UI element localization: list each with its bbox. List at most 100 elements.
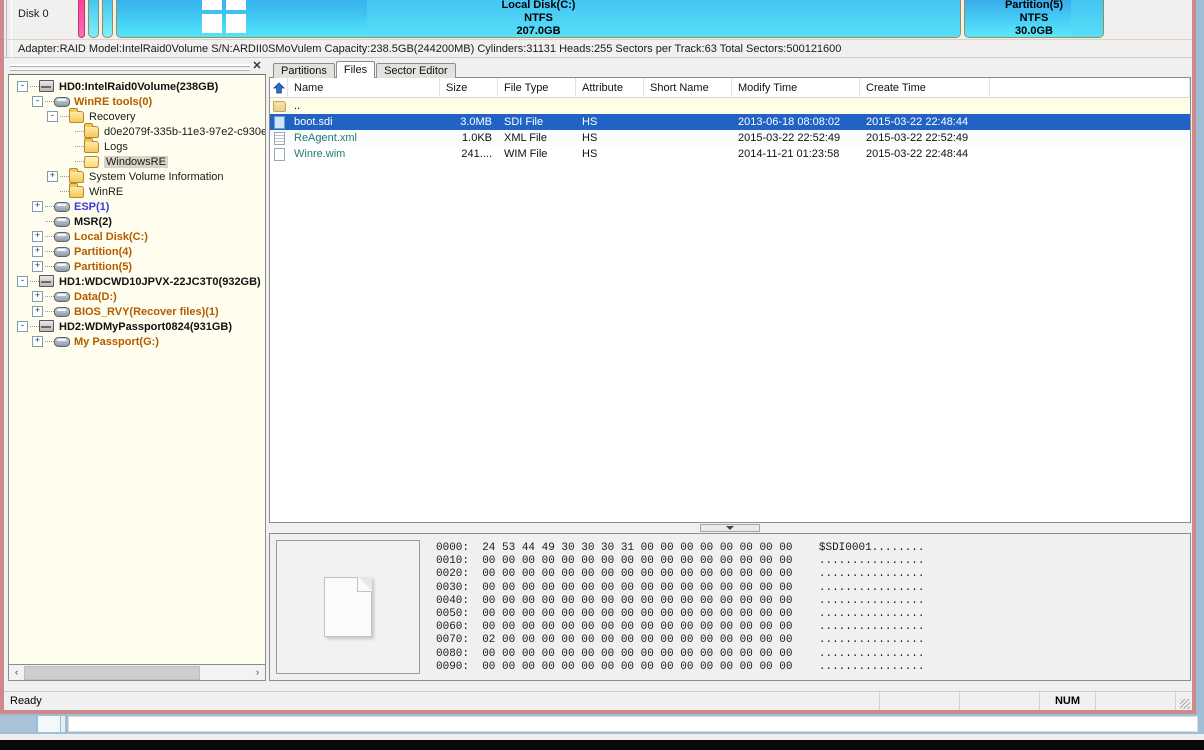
tree-node[interactable]: + Partition(5) [17,259,265,274]
xml-file-icon [270,131,288,145]
expand-toggle-icon[interactable]: + [32,261,43,272]
partition-name-label: Local Disk(C:) [501,0,576,11]
partition-block-recovery[interactable] [78,0,85,38]
column-header-size[interactable]: Size [440,78,498,98]
hex-line: 0020: 00 00 00 00 00 00 00 00 00 00 00 0… [436,568,925,581]
tab-partitions[interactable]: Partitions [273,63,335,78]
disk-map-strip[interactable]: Disk 0 Local Disk(C:) NTFS 207.0GB Parti… [4,0,1192,40]
column-header-create-time[interactable]: Create Time [860,78,990,98]
tree-node[interactable]: + ESP(1) [17,199,265,214]
volume-icon [54,245,70,258]
expand-toggle-icon[interactable]: + [32,306,43,317]
disk-icon [39,80,55,93]
disk-tree-dock-panel: ✕ - HD0:IntelRaid0Volume(238GB) - WinRE too… [8,60,266,681]
dock-drag-grip[interactable] [10,64,250,71]
table-row[interactable]: ReAgent.xml 1.0KB XML File HS 2015-03-22 22:… [270,130,1190,146]
column-header-name[interactable]: Name [288,78,440,98]
tree-node[interactable]: + My Passport(G:) [17,334,265,349]
tree-connector [45,341,54,342]
file-list-empty-area[interactable] [270,162,1190,522]
tree-horizontal-scrollbar[interactable]: ‹ › [8,665,266,681]
hex-preview-pane[interactable]: 0000: 24 53 44 49 30 30 30 31 00 00 00 0… [269,533,1191,681]
column-header-short-name[interactable]: Short Name [644,78,732,98]
tree-node-label: d0e2079f-335b-11e3-97e2-c930e9 [104,125,266,138]
tree-node-label: Data(D:) [74,290,117,303]
tree-node[interactable]: - HD2:WDMyPassport0824(931GB) [17,319,265,334]
tree-node[interactable]: Logs [17,139,265,154]
tree-node[interactable]: + Partition(4) [17,244,265,259]
collapse-toggle-icon[interactable]: - [32,96,43,107]
partition-block-msr[interactable] [102,0,113,38]
taskbar[interactable] [0,740,1204,750]
partition-bar-row: Local Disk(C:) NTFS 207.0GB Partition(5)… [78,0,1107,39]
tree-node[interactable]: WinRE [17,184,265,199]
tree-node-label: System Volume Information [89,170,224,183]
tree-node[interactable]: d0e2079f-335b-11e3-97e2-c930e9 [17,124,265,139]
adapter-info-bar: Adapter:RAID Model:IntelRaid0Volume S/N:… [4,40,1192,58]
cell-file-type: SDI File [504,116,544,128]
table-row[interactable]: Winre.wim 241.... WIM File HS 2014-11-21 01:… [270,146,1190,162]
partition-fs-label: NTFS [524,12,553,24]
column-header-attribute[interactable]: Attribute [576,78,644,98]
tree-connector [60,116,69,117]
expand-toggle-icon[interactable]: + [32,231,43,242]
background-tab-1[interactable] [0,716,36,732]
parent-directory-row[interactable]: .. [270,98,1190,114]
expand-toggle-icon[interactable]: + [32,246,43,257]
tree-connector [30,326,39,327]
scroll-right-icon[interactable]: › [250,665,265,680]
cell-create-time: 2015-03-22 22:48:44 [866,148,969,160]
background-toolbar[interactable] [68,716,1198,732]
column-header-file-type[interactable]: File Type [498,78,576,98]
file-list-view[interactable]: Name Size File Type Attribute Short Name Modi… [269,78,1191,523]
expand-toggle-icon[interactable]: + [32,336,43,347]
scroll-track[interactable] [24,665,250,680]
scroll-left-icon[interactable]: ‹ [9,665,24,680]
expand-toggle-icon[interactable]: + [32,291,43,302]
disk-tree[interactable]: - HD0:IntelRaid0Volume(238GB) - WinRE tools… [8,74,266,665]
background-tab-2[interactable] [38,716,60,732]
tree-connector [75,146,84,147]
partition-block-local-disk-c[interactable]: Local Disk(C:) NTFS 207.0GB [116,0,961,38]
window-body: ✕ - HD0:IntelRaid0Volume(238GB) - WinRE too… [4,58,1192,704]
sort-ascending-icon[interactable] [270,78,288,98]
tree-node[interactable]: + BIOS_RVY(Recover files)(1) [17,304,265,319]
resize-grip-icon[interactable] [1176,692,1192,711]
partition-block-esp[interactable] [88,0,99,38]
volume-icon [54,215,70,228]
collapse-toggle-icon[interactable]: - [47,111,58,122]
partition-block-partition-5[interactable]: Partition(5) NTFS 30.0GB [964,0,1104,38]
tree-node[interactable]: MSR(2) [17,214,265,229]
scroll-thumb[interactable] [24,665,201,680]
table-row[interactable]: boot.sdi 3.0MB SDI File HS 2013-06-18 08:08:… [270,114,1190,130]
tree-node[interactable]: - HD1:WDCWD10JPVX-22JC3T0(932GB) [17,274,265,289]
hex-dump-area[interactable]: 0000: 24 53 44 49 30 30 30 31 00 00 00 0… [426,534,1190,680]
cell-size: 1.0KB [462,132,492,144]
collapse-toggle-icon[interactable]: - [17,321,28,332]
collapse-toggle-icon[interactable]: - [17,276,28,287]
disk-number-label: Disk 0 [18,8,49,20]
cell-create-time: 2015-03-22 22:52:49 [866,132,969,144]
tree-node[interactable]: - WinRE tools(0) [17,94,265,109]
pane-splitter[interactable] [269,523,1191,533]
expand-toggle-icon[interactable]: + [32,201,43,212]
background-tab-3[interactable] [61,716,65,732]
expand-toggle-icon[interactable]: + [47,171,58,182]
tree-node[interactable]: - Recovery [17,109,265,124]
tree-node[interactable]: WindowsRE [17,154,265,169]
collapse-toggle-icon[interactable]: - [17,81,28,92]
tree-node[interactable]: - HD0:IntelRaid0Volume(238GB) [17,79,265,94]
tab-sector-editor[interactable]: Sector Editor [376,63,456,78]
volume-icon [54,305,70,318]
tree-node[interactable]: + Local Disk(C:) [17,229,265,244]
cell-modify-time: 2014-11-21 01:23:58 [738,148,840,160]
column-header-modify-time[interactable]: Modify Time [732,78,860,98]
tree-node[interactable]: + Data(D:) [17,289,265,304]
dock-caption-bar[interactable]: ✕ [8,60,266,74]
column-header-blank[interactable] [990,78,1190,98]
close-icon[interactable]: ✕ [250,60,264,74]
tree-node[interactable]: + System Volume Information [17,169,265,184]
collapse-panel-button[interactable] [700,524,760,532]
partition-fs-label: NTFS [1019,12,1049,24]
tab-files[interactable]: Files [335,61,376,78]
